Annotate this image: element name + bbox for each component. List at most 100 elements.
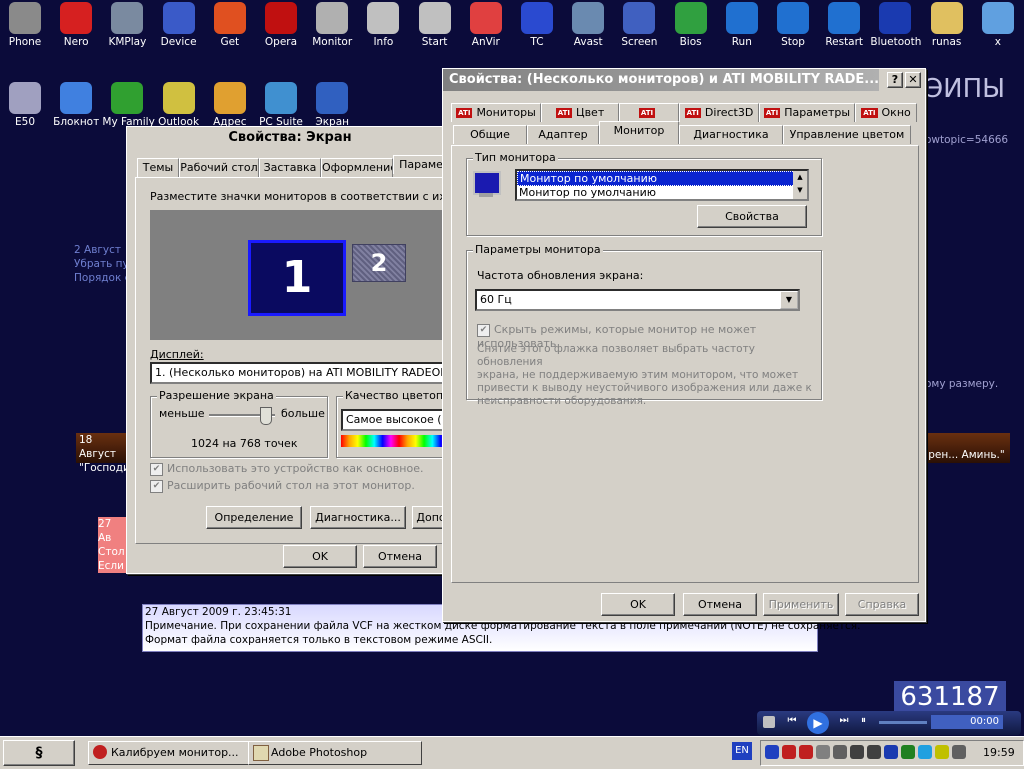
power-icon[interactable] [782,745,796,759]
ati-cancel-button[interactable]: Отмена [683,593,757,616]
monitor-list[interactable]: Монитор по умолчанию Монитор по умолчани… [515,169,809,201]
tab-ati-row2-2[interactable]: Монитор [599,121,679,144]
tab-display-1[interactable]: Рабочий стол [179,158,259,177]
play-icon[interactable]: ▶ [807,712,829,734]
diagnostics-button[interactable]: Диагностика... [310,506,406,529]
gear-icon[interactable] [901,745,915,759]
refresh-rate-select[interactable]: 60 Гц ▼ [475,289,800,311]
clock-icon[interactable] [833,745,847,759]
desktop-icon-opera[interactable]: Opera [256,2,306,48]
desktop-icon-phone[interactable]: Phone [0,2,50,48]
monitor-list-item-selected[interactable]: Монитор по умолчанию [517,171,807,186]
task-calibrate-monitor[interactable]: Калибруем монитор... [88,741,262,765]
pause-icon[interactable]: ⏸ [861,715,871,729]
language-indicator[interactable]: EN [732,742,752,760]
tab-ati-4[interactable]: ATI Параметры [759,103,855,122]
ati-help-button[interactable]: Справка [845,593,919,616]
bg-url-text: owtopic=54666 [925,134,1009,146]
window-title[interactable]: Свойства: Экран [127,127,447,149]
desktop-icon-stop[interactable]: Stop [768,2,818,48]
extend-checkbox-row[interactable]: ✔ Расширить рабочий стол на этот монитор. [150,479,415,493]
desktop-icon-адрес[interactable]: Адрес [205,82,255,128]
desktop-icon-pc-suite[interactable]: PC Suite [256,82,306,128]
tab-ati-row2-1[interactable]: Адаптер [527,125,599,144]
volume-icon[interactable] [952,745,966,759]
ati-window-title[interactable]: Свойства: (Несколько мониторов) и ATI MO… [443,69,879,91]
opera-icon[interactable] [799,745,813,759]
monitor-list-item[interactable]: Монитор по умолчанию [517,186,807,199]
tab-display-2[interactable]: Заставка [259,158,321,177]
tab-display-0[interactable]: Темы [137,158,179,177]
previous-icon[interactable]: ⏮ [783,715,801,729]
volume-slider[interactable] [879,721,927,724]
desktop-icon-screen[interactable]: Screen [614,2,664,48]
desktop-icon-my-family[interactable]: My Family [102,82,155,128]
tab-ati-row2-4[interactable]: Управление цветом [783,125,911,144]
skype-icon[interactable] [918,745,932,759]
clock[interactable]: 19:59 [983,746,1015,759]
desktop-icon-restart[interactable]: Restart [819,2,869,48]
desktop-icon-anvir[interactable]: AnVir [461,2,511,48]
tab-ati-1[interactable]: ATI Цвет [541,103,619,122]
tab-display-4[interactable]: Параме [393,155,449,174]
tab-ati-row2-3[interactable]: Диагностика [679,125,783,144]
desktop-icon-tc[interactable]: TC [512,2,562,48]
desktop-icon-runas[interactable]: runas [922,2,972,48]
display-select[interactable]: 1. (Несколько мониторов) на ATI MOBILITY… [150,362,447,384]
tab-ati-5[interactable]: ATI Окно [855,103,917,122]
dp-cancel-button[interactable]: Отмена [363,545,437,568]
desktop-icon-x[interactable]: x [973,2,1023,48]
desktop-icon-device[interactable]: Device [154,2,204,48]
start-button[interactable]: § [3,740,75,766]
network-icon[interactable] [850,745,864,759]
list-scrollbar[interactable]: ▲ ▼ [793,171,807,199]
dp-ok-button[interactable]: OK [283,545,357,568]
tab-ati-row2-0[interactable]: Общие [453,125,527,144]
bg-strip-date: 18 Август [79,434,116,460]
close-title-button[interactable]: ✕ [905,72,921,88]
desktop-icon-avast[interactable]: Avast [563,2,613,48]
desktop-icon-info[interactable]: Info [358,2,408,48]
computer-icon [9,82,41,114]
floppy-icon[interactable] [765,745,779,759]
primary-checkbox[interactable]: ✔ [150,462,163,476]
desktop-icon-start[interactable]: Start [410,2,460,48]
tab-ati-2[interactable]: ATIOpenGL [619,103,679,137]
tab-ati-0[interactable]: ATI Мониторы [451,103,541,122]
monitor-1-tile[interactable]: 1 [248,240,346,316]
desktop-icon-nero[interactable]: Nero [51,2,101,48]
desktop-icon-экран[interactable]: Экран [307,82,357,128]
chevron-down-icon[interactable]: ▼ [780,291,798,309]
desktop-icon-e50[interactable]: E50 [0,82,50,128]
speaker-icon[interactable] [816,745,830,759]
monitor-2-tile[interactable]: 2 [352,244,406,282]
hide-modes-checkbox[interactable]: ✔ [477,323,490,337]
color-quality-select[interactable]: Самое высокое (32 [341,409,448,431]
desktop-icon-bios[interactable]: Bios [666,2,716,48]
usb-icon[interactable] [867,745,881,759]
help-title-button[interactable]: ? [887,72,903,88]
desktop-icon-блокнот[interactable]: Блокнот [51,82,101,128]
next-icon[interactable]: ⏭ [835,715,853,729]
ati-apply-button[interactable]: Применить [763,593,839,616]
resolution-slider-thumb[interactable] [260,407,273,425]
desktop-icon-bluetooth[interactable]: Bluetooth [870,2,921,48]
desktop-icon-outlook[interactable]: Outlook [154,82,204,128]
hardware-icon[interactable] [935,745,949,759]
bluetooth-icon[interactable] [884,745,898,759]
identify-button[interactable]: Определение [206,506,302,529]
pcsuite-icon [265,82,297,114]
tab-ati-3[interactable]: ATI Direct3D [679,103,759,122]
desktop-icon-kmplay[interactable]: KMPlay [102,2,152,48]
monitor-properties-button[interactable]: Свойства [697,205,807,228]
ati-ok-button[interactable]: OK [601,593,675,616]
desktop-icon-run[interactable]: Run [717,2,767,48]
monitor-icon [473,171,501,195]
task-photoshop[interactable]: Adobe Photoshop [248,741,422,765]
tab-display-3[interactable]: Оформление [321,158,393,177]
desktop-icon-monitor[interactable]: Monitor [307,2,357,48]
stop-icon[interactable] [763,716,775,728]
extend-checkbox[interactable]: ✔ [150,479,163,493]
primary-checkbox-row[interactable]: ✔ Использовать это устройство как основно… [150,462,423,476]
desktop-icon-get[interactable]: Get [205,2,255,48]
